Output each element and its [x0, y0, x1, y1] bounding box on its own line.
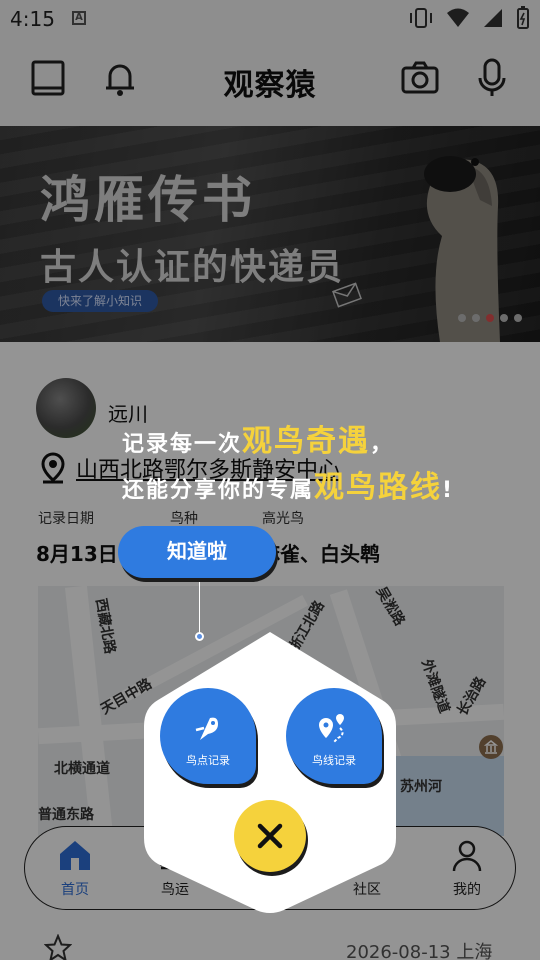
onboarding-line2-highlight: 观鸟路线 — [314, 470, 443, 505]
onboarding-line1-prefix: 记录每一次 — [122, 432, 243, 457]
route-record-label: 鸟线记录 — [312, 754, 356, 767]
route-icon — [319, 714, 344, 743]
close-menu-button[interactable] — [234, 800, 306, 872]
guide-dot — [195, 632, 204, 641]
onboarding-line2: 还能分享你的专属观鸟路线! — [122, 462, 454, 506]
onboarding-line2-prefix: 还能分享你的专属 — [122, 478, 315, 503]
onboarding-line1-highlight: 观鸟奇遇 — [242, 424, 371, 459]
onboarding-line1: 记录每一次观鸟奇遇， — [122, 416, 394, 460]
point-record-label: 鸟点记录 — [186, 754, 230, 767]
onboarding-line2-suffix: ! — [442, 478, 455, 503]
guide-line — [199, 582, 200, 636]
point-record-button[interactable]: 鸟点记录 — [160, 688, 256, 784]
got-it-button[interactable]: 知道啦 — [118, 526, 276, 578]
close-icon — [257, 823, 283, 849]
onboarding-line1-suffix: ， — [370, 432, 395, 457]
route-record-button[interactable]: 鸟线记录 — [286, 688, 382, 784]
bird-point-icon — [195, 717, 218, 740]
